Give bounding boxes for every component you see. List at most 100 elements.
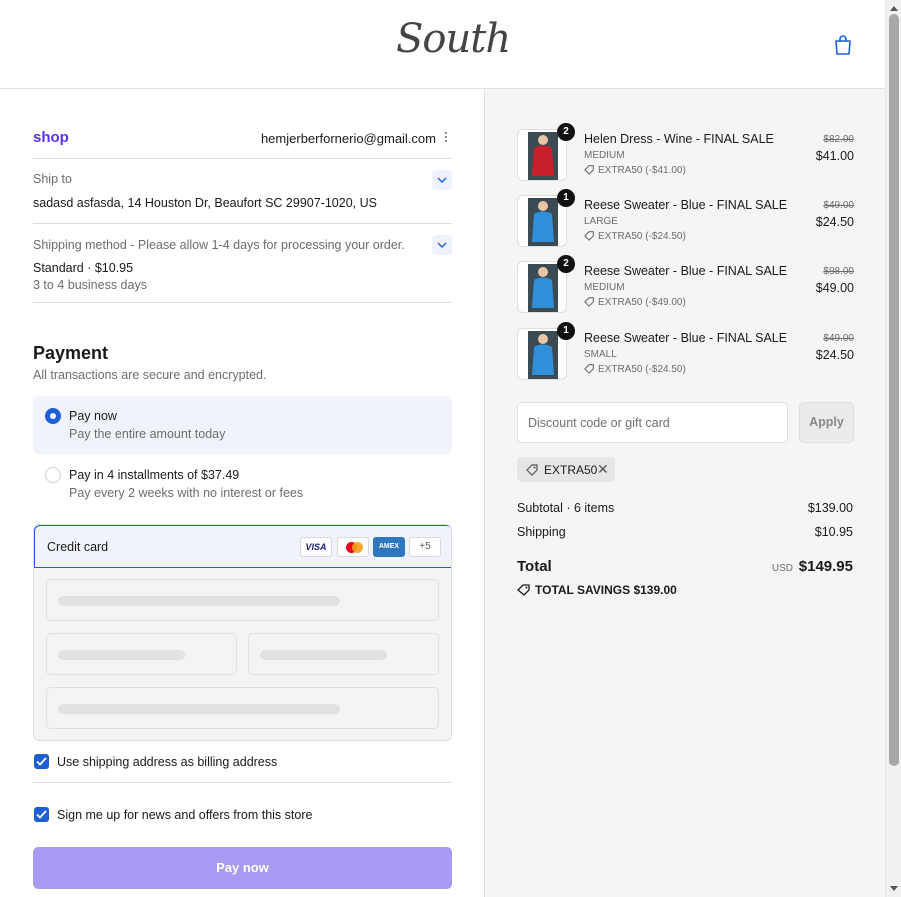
order-item: 1 Reese Sweater - Blue - FINAL SALE LARGE E… [517,189,854,251]
credit-card-form: Credit card VISA AMEX +5 [33,524,452,741]
applied-discount-chip: EXTRA50 ✕ [517,457,615,482]
quantity-badge: 1 [557,189,575,207]
tag-icon [584,165,594,175]
sale-price: $24.50 [815,348,854,362]
checkmark-icon [36,757,47,766]
pay-now-radio[interactable] [45,408,61,424]
account-email: hemjerberfornerio@gmail.com [260,131,436,146]
installments-radio[interactable] [45,467,61,483]
shipping-label: Shipping [517,525,566,539]
chevron-down-icon [437,242,447,248]
product-discount-text: EXTRA50 (-$24.50) [598,231,686,242]
order-item: 1 Reese Sweater - Blue - FINAL SALE SMALL E… [517,322,854,384]
payment-subtitle: All transactions are secure and encrypte… [33,368,267,382]
shipping-method-label: Shipping method - Please allow 1-4 days … [33,238,405,252]
credit-card-header[interactable]: Credit card VISA AMEX +5 [34,525,451,568]
quantity-badge: 2 [557,255,575,273]
more-options-icon[interactable] [440,130,452,144]
payment-title: Payment [33,343,109,363]
discount-code-input[interactable] [517,402,788,443]
product-discount-text: EXTRA50 (-$24.50) [598,364,686,375]
order-summary: 2 Helen Dress - Wine - FINAL SALE MEDIUM EX… [484,89,885,897]
page-scrollbar[interactable] [885,0,901,897]
ship-to-toggle[interactable] [432,170,452,190]
option-subtitle: Pay every 2 weeks with no interest or fe… [69,486,304,500]
product-discount: EXTRA50 (-$41.00) [584,164,686,176]
original-price: $49.00 [823,200,854,211]
divider [33,158,452,159]
tag-icon [584,297,594,307]
option-title: Pay now [69,409,117,423]
credit-card-label: Credit card [47,540,109,554]
billing-checkbox[interactable] [34,754,49,769]
mastercard-icon [337,537,369,557]
tag-icon [526,464,538,476]
shipping-method-toggle[interactable] [432,235,452,255]
total-currency: USD [771,563,793,574]
product-name: Reese Sweater - Blue - FINAL SALE [584,198,788,212]
shopping-bag-icon[interactable] [833,34,853,56]
product-name: Reese Sweater - Blue - FINAL SALE [584,264,788,278]
site-header: South [0,0,885,89]
product-discount-text: EXTRA50 (-$49.00) [598,297,686,308]
total-savings-text: TOTAL SAVINGS $139.00 [535,583,677,597]
ship-to-address: sadasd asfasda, 14 Houston Dr, Beaufort … [33,196,377,210]
store-logo[interactable]: South [396,16,511,62]
newsletter-checkbox[interactable] [34,807,49,822]
billing-checkbox-label[interactable]: Use shipping address as billing address [57,755,277,769]
product-photo [528,264,558,312]
product-variant: SMALL [584,349,617,360]
security-code-field[interactable] [248,633,439,675]
amex-icon: AMEX [373,537,405,557]
option-title: Pay in 4 installments of $37.49 [69,468,240,482]
product-discount: EXTRA50 (-$24.50) [584,363,686,375]
quantity-badge: 1 [557,322,575,340]
option-subtitle: Pay the entire amount today [69,427,226,441]
checkmark-icon [36,810,47,819]
ship-to-label: Ship to [33,172,72,186]
apply-discount-button[interactable]: Apply [799,402,854,443]
product-photo [528,198,558,246]
shipping-value: $10.95 [814,525,853,539]
pay-now-option[interactable]: Pay now Pay the entire amount today [33,396,452,454]
tag-icon [584,364,594,374]
shipping-method-name: Standard · $10.95 [33,261,134,275]
newsletter-checkbox-label[interactable]: Sign me up for news and offers from this… [57,808,312,822]
more-cards-badge: +5 [409,537,441,557]
product-photo [528,331,558,379]
sale-price: $49.00 [815,281,854,295]
scroll-up-icon[interactable] [890,6,898,11]
product-photo [528,132,558,180]
scrollbar-thumb[interactable] [889,14,899,766]
quantity-badge: 2 [557,123,575,141]
divider [33,302,452,303]
total-savings: TOTAL SAVINGS $139.00 [517,583,677,597]
order-item: 2 Helen Dress - Wine - FINAL SALE MEDIUM EX… [517,123,854,185]
product-name: Reese Sweater - Blue - FINAL SALE [584,331,788,345]
sale-price: $41.00 [815,149,854,163]
total-value: $149.95 [798,558,853,575]
divider [33,782,452,783]
visa-icon: VISA [300,537,332,557]
product-variant: MEDIUM [584,282,625,293]
product-name: Helen Dress - Wine - FINAL SALE [584,132,774,146]
original-price: $49.00 [823,333,854,344]
installments-option[interactable]: Pay in 4 installments of $37.49 Pay ever… [33,455,452,511]
chevron-down-icon [437,177,447,183]
original-price: $98.00 [823,266,854,277]
product-variant: MEDIUM [584,150,625,161]
subtotal-label: Subtotal · 6 items [517,501,615,515]
remove-discount-icon[interactable]: ✕ [597,461,609,478]
applied-discount-code: EXTRA50 [544,463,598,477]
card-number-field[interactable] [46,579,439,621]
name-on-card-field[interactable] [46,687,439,729]
scroll-down-icon[interactable] [890,886,898,891]
expiry-field[interactable] [46,633,237,675]
sale-price: $24.50 [815,215,854,229]
tag-icon [517,584,530,596]
shipping-method-eta: 3 to 4 business days [33,278,147,292]
product-discount: EXTRA50 (-$24.50) [584,230,686,242]
shop-pay-logo: shop [33,129,69,146]
tag-icon [584,231,594,241]
pay-now-button[interactable]: Pay now [33,847,452,889]
